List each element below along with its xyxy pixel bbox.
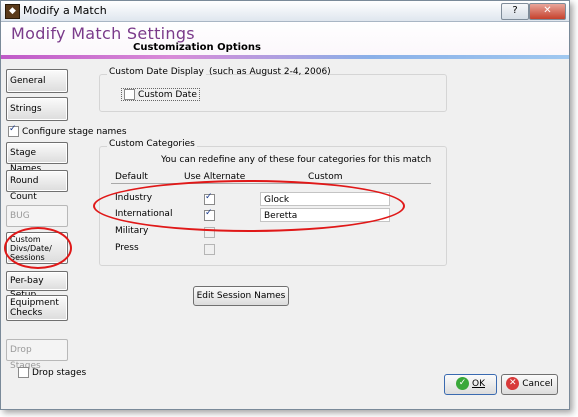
- title-bar[interactable]: ◆ Modify a Match ? ✕: [1, 1, 569, 22]
- round-count-button[interactable]: Round Count: [6, 170, 68, 202]
- use-alternate-checkbox[interactable]: [204, 227, 215, 238]
- cancel-button[interactable]: ✕ Cancel: [501, 374, 558, 395]
- dialog-header: Modify Match Settings Customization Opti…: [1, 22, 569, 56]
- bug-button[interactable]: BUG: [6, 205, 68, 227]
- use-alternate-checkbox[interactable]: [204, 244, 215, 255]
- stage-names-button[interactable]: Stage Names: [6, 142, 68, 174]
- category-name: International: [115, 209, 173, 219]
- category-name: Military: [115, 226, 149, 236]
- checkbox-icon[interactable]: [124, 89, 135, 100]
- category-name: Industry: [115, 193, 153, 203]
- categories-description: You can redefine any of these four categ…: [161, 155, 432, 165]
- drop-stages-checkbox[interactable]: Drop stages: [18, 367, 86, 378]
- ok-button[interactable]: ✓ OK: [444, 374, 497, 395]
- strings-button[interactable]: Strings: [6, 97, 68, 121]
- column-default: Default: [115, 172, 148, 182]
- per-bay-setup-button[interactable]: Per-bay Setup: [6, 271, 68, 300]
- cancel-label: Cancel: [522, 379, 553, 389]
- column-custom: Custom: [308, 172, 343, 182]
- dialog-window: ◆ Modify a Match ? ✕ Modify Match Settin…: [0, 0, 570, 410]
- page-subtitle: Customization Options: [133, 42, 261, 53]
- custom-date-label: Custom Date: [138, 90, 197, 100]
- ok-check-icon: ✓: [456, 377, 469, 390]
- custom-category-field[interactable]: Beretta: [260, 208, 390, 222]
- app-icon: ◆: [5, 4, 20, 19]
- custom-date-checkbox[interactable]: Custom Date: [121, 88, 200, 101]
- configure-stage-names-checkbox[interactable]: Configure stage names: [8, 124, 127, 137]
- window-title: Modify a Match: [23, 4, 107, 17]
- custom-categories-label: Custom Categories: [107, 139, 197, 149]
- custom-date-group-label: Custom Date Display: [107, 67, 206, 77]
- drop-stages-button[interactable]: Drop Stages: [6, 339, 68, 371]
- cancel-x-icon: ✕: [506, 377, 520, 390]
- general-button[interactable]: General: [6, 69, 68, 93]
- column-header-divider: [111, 183, 431, 184]
- category-name: Press: [115, 243, 139, 253]
- checkbox-icon[interactable]: [8, 124, 19, 137]
- header-divider: [1, 55, 569, 59]
- use-alternate-checkbox[interactable]: [204, 208, 215, 221]
- custom-category-field[interactable]: Glock: [260, 192, 390, 206]
- checkbox-icon[interactable]: [18, 367, 29, 378]
- ok-label: OK: [472, 379, 485, 389]
- column-use-alternate: Use Alternate: [184, 172, 246, 182]
- custom-date-hint: (such as August 2-4, 2006): [209, 67, 331, 77]
- configure-stage-names-label: Configure stage names: [22, 127, 127, 137]
- drop-stages-label: Drop stages: [32, 368, 87, 378]
- page-title: Modify Match Settings: [11, 24, 195, 43]
- help-button[interactable]: ?: [501, 3, 529, 20]
- use-alternate-checkbox[interactable]: [204, 192, 215, 205]
- edit-session-names-button[interactable]: Edit Session Names: [193, 286, 289, 306]
- equipment-checks-button[interactable]: Equipment Checks: [6, 295, 68, 321]
- close-button[interactable]: ✕: [529, 3, 566, 20]
- custom-divs-button[interactable]: Custom Divs/Date/ Sessions: [6, 232, 68, 264]
